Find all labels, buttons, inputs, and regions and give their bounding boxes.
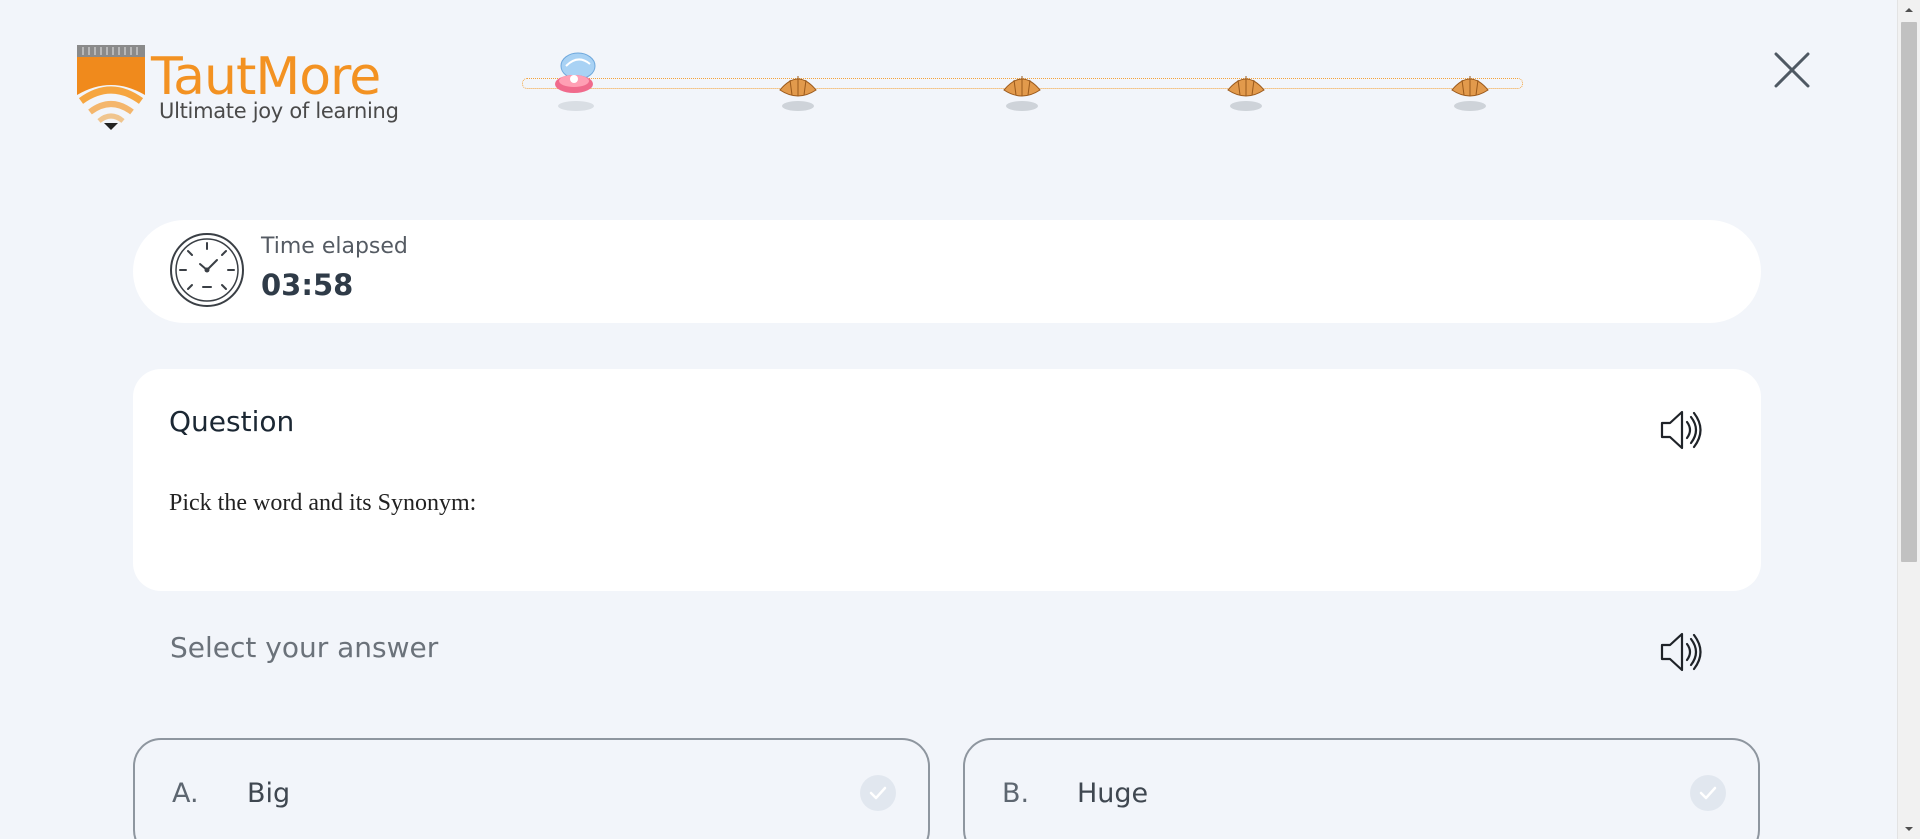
option-letter: A. — [172, 778, 199, 809]
timer-card: Time elapsed 03:58 — [133, 220, 1761, 323]
logo-title: TautMore — [151, 47, 381, 107]
logo-mark-icon — [77, 45, 145, 130]
scroll-down-arrow-icon[interactable] — [1903, 823, 1915, 835]
closed-shell-icon — [779, 76, 817, 111]
quiz-page: TautMore Ultimate joy of learning Time e… — [0, 0, 1897, 839]
clock-icon — [170, 233, 244, 307]
question-progress-track — [520, 40, 1525, 120]
check-icon — [860, 775, 896, 811]
closed-shell-icon — [1003, 76, 1041, 111]
tautmore-logo[interactable]: TautMore Ultimate joy of learning — [77, 45, 417, 130]
speaker-icon[interactable] — [1658, 407, 1704, 453]
option-letter: B. — [1002, 778, 1030, 809]
closed-shell-icon — [1227, 76, 1265, 111]
speaker-icon[interactable] — [1658, 629, 1704, 675]
option-text: Huge — [1077, 778, 1149, 809]
question-text: Pick the word and its Synonym: — [169, 490, 477, 516]
open-pearl-shell-icon — [555, 52, 596, 111]
scrollbar-thumb[interactable] — [1901, 22, 1917, 562]
vertical-scrollbar[interactable] — [1897, 0, 1920, 839]
timer-label: Time elapsed — [261, 234, 408, 259]
option-text: Big — [247, 778, 291, 809]
logo-tagline: Ultimate joy of learning — [159, 99, 399, 123]
check-icon — [1690, 775, 1726, 811]
close-icon[interactable] — [1770, 48, 1814, 92]
question-card: Question Pick the word and its Synonym: — [133, 369, 1761, 591]
question-heading: Question — [169, 405, 295, 438]
scroll-up-arrow-icon[interactable] — [1903, 4, 1915, 16]
answer-option-b[interactable]: B. Huge — [963, 738, 1760, 839]
timer-value: 03:58 — [261, 268, 354, 302]
answer-option-a[interactable]: A. Big — [133, 738, 930, 839]
closed-shell-icon — [1451, 76, 1489, 111]
select-answer-label: Select your answer — [170, 631, 439, 664]
